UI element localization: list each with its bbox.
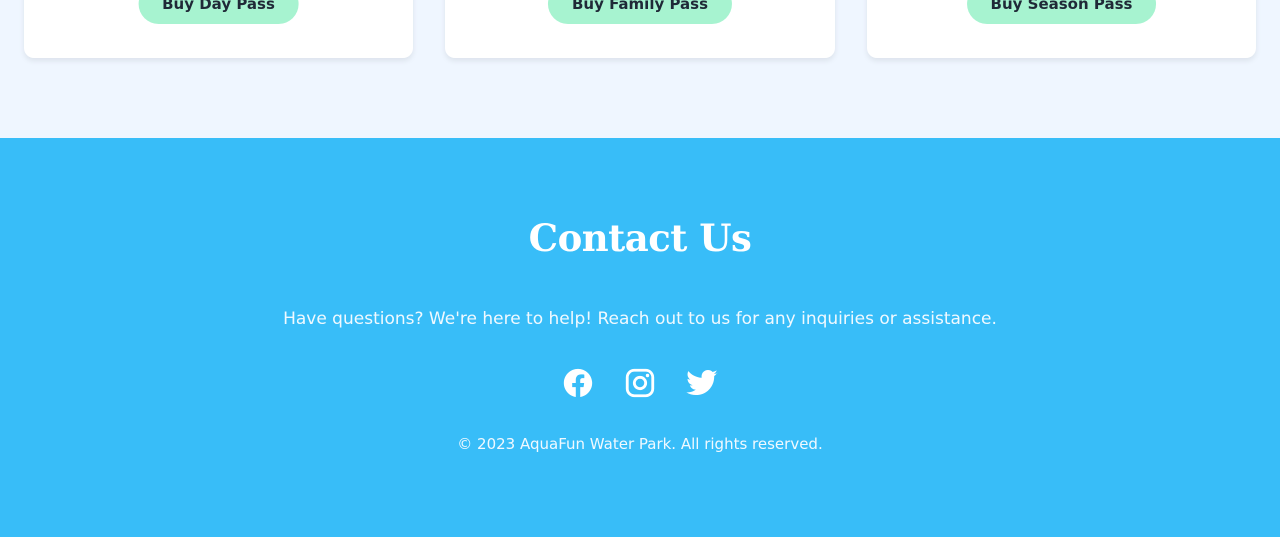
contact-section: Contact Us Have questions? We're here to… <box>0 138 1280 537</box>
twitter-link[interactable] <box>685 366 719 400</box>
copyright-text: © 2023 AquaFun Water Park. All rights re… <box>457 435 823 453</box>
buy-day-pass-button[interactable]: Buy Day Pass <box>138 0 299 24</box>
instagram-link[interactable] <box>623 366 657 400</box>
buy-season-pass-button[interactable]: Buy Season Pass <box>966 0 1157 24</box>
social-links <box>0 366 1280 400</box>
twitter-icon <box>686 369 718 396</box>
pass-card-day: Buy Day Pass <box>24 0 413 58</box>
pricing-section: Buy Day Pass Buy Family Pass Buy Season … <box>0 0 1280 138</box>
buy-family-pass-button[interactable]: Buy Family Pass <box>547 0 733 24</box>
contact-title: Contact Us <box>528 216 752 260</box>
pass-card-family: Buy Family Pass <box>445 0 835 58</box>
facebook-link[interactable] <box>561 366 595 400</box>
contact-description: Have questions? We're here to help! Reac… <box>283 309 997 329</box>
facebook-icon <box>563 368 593 397</box>
instagram-icon <box>625 368 655 398</box>
pass-card-season: Buy Season Pass <box>867 0 1256 58</box>
